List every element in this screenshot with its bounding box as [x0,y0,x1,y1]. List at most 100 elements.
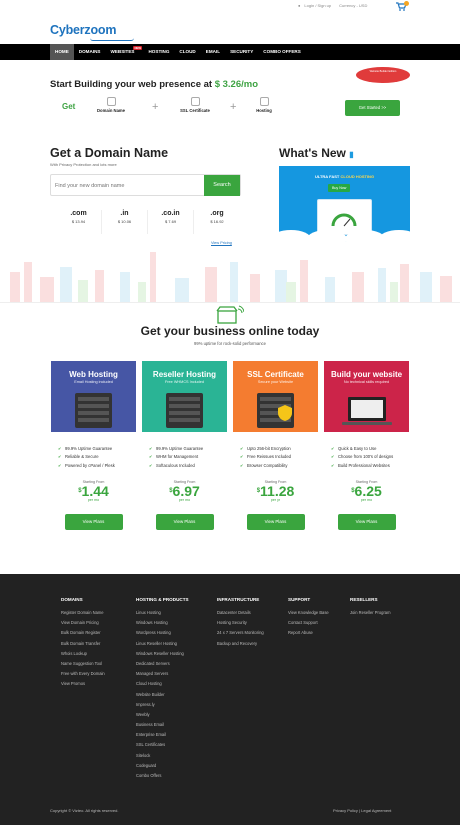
domain-search-input[interactable] [55,179,195,192]
nav-home[interactable]: HOME [50,44,74,60]
feature-item: Quick & Easy to Use [331,446,409,451]
price: $6.97 [142,484,227,498]
footer-link[interactable]: Datacenter Details [217,610,264,615]
view-plans-button[interactable]: View Plans [64,513,123,530]
footer-link[interactable]: Bulk Domain Transfer [61,641,105,646]
footer-link[interactable]: Sitelock [136,753,189,758]
footer-col-domains: DOMAINS Register Domain Name View Domain… [61,597,105,692]
price-value: 6.97 [172,482,200,499]
footer-link[interactable]: Weebly [136,712,189,717]
footer-link[interactable]: View Domain Pricing [61,620,105,625]
tld-co-in[interactable]: .co.in $ 7.69 [148,210,194,234]
footer-link[interactable]: Codeguard [136,763,189,768]
nav-websites-label: WEBSITES [110,49,135,54]
nav-websites[interactable]: WEBSITES NEW [105,44,143,60]
cart-icon[interactable] [396,1,409,11]
top-bar: Cyberzoom ● Login / Sign up Currency - U… [0,0,460,44]
site-logo[interactable]: Cyberzoom [50,23,134,41]
footer-link[interactable]: Cloud Hosting [136,681,189,686]
footer-link[interactable]: Enterprise Email [136,732,189,737]
nav-domains[interactable]: DOMAINS [74,44,106,60]
server-icon [259,97,269,106]
footer-link[interactable]: Linux Hosting [136,610,189,615]
card-reseller-hosting: Reseller Hosting Free WHMCS Included 99.… [142,361,227,576]
tld-name: .in [120,210,129,217]
view-plans-button[interactable]: View Plans [337,513,396,530]
tld-list: .com $ 13.94 .in $ 10.06 .co.in $ 7.69 .org… [56,210,241,234]
footer-link[interactable]: View Promos [61,681,105,686]
shield-icon [278,405,292,421]
domain-search-box: Search [50,174,241,196]
domain-subtitle: With Privacy Protection and lots more [50,162,117,167]
footer-link[interactable]: Managed Servers [136,671,189,676]
footer-link[interactable]: Impress.ly [136,702,189,707]
buy-now-button[interactable]: Buy Now [328,184,351,192]
tld-com[interactable]: .com $ 13.94 [56,210,102,234]
footer-link[interactable]: Linux Reseller Hosting [136,641,189,646]
laptop-illustration [342,397,392,425]
feature-item: WHM for Management [149,454,227,459]
whats-new-banner[interactable]: ULTRA FAST CLOUD HOSTING Buy Now [279,166,410,242]
card-subtitle: No technical skills required [343,380,390,384]
tld-org[interactable]: .org $ 16.92 [194,210,240,234]
footer-link[interactable]: Website Builder [136,692,189,697]
nav-security[interactable]: SECURITY [225,44,258,60]
footer-link[interactable]: Report Abuse [288,630,329,635]
footer-link[interactable]: Whois Lookup [61,651,105,656]
footer-link[interactable]: Register Domain Name [61,610,105,615]
step-ssl-label: SSL Certificate [180,108,210,113]
plus-icon: + [230,101,237,113]
footer-link[interactable]: Wordpress Hosting [136,630,189,635]
feature-item: Build Professional Websites [331,463,409,468]
tld-price: $ 16.92 [210,219,224,224]
banner-heading-b: CLOUD HOSTING [340,174,375,179]
footer-link[interactable]: Combo Offers [136,773,189,778]
currency-selector[interactable]: Currency - USD [339,3,367,8]
footer-link[interactable]: View Knowledge Base [288,610,329,615]
footer-link[interactable]: Free with Every Domain [61,671,105,676]
nav-email[interactable]: EMAIL [201,44,225,60]
whats-new-title: What's New ▮ [279,146,354,160]
footer-link[interactable]: SSL Certificates [136,742,189,747]
view-plans-button[interactable]: View Plans [246,513,305,530]
price-period: per yr [270,497,281,502]
tld-name: .org [210,210,224,217]
main-nav: HOME DOMAINS WEBSITES NEW HOSTING CLOUD E… [0,44,460,60]
footer-link[interactable]: Business Email [136,722,189,727]
footer-link[interactable]: Backup and Recovery [217,641,264,646]
footer-link[interactable]: Contact Support [288,620,329,625]
tld-in[interactable]: .in $ 10.06 [102,210,148,234]
domain-icon [106,97,116,106]
city-skyline-illustration [10,252,452,302]
step-domain: Domain Name [89,97,133,113]
card-web-hosting: Web Hosting Email Hosting included 99.9%… [51,361,136,576]
nav-cloud[interactable]: CLOUD [174,44,200,60]
footer-link[interactable]: Windows Hosting [136,620,189,625]
get-started-button[interactable]: Get Started >> [345,100,400,116]
business-subtitle: 99% uptime for rock-solid performance [194,341,266,346]
nav-combo-offers[interactable]: COMBO OFFERS [258,44,306,60]
card-title: Build your website [330,370,403,379]
footer-link[interactable]: Hosting Security [217,620,264,625]
footer-link[interactable]: Windows Reseller Hosting [136,651,189,656]
footer-link[interactable]: Dedicated Servers [136,661,189,666]
copyright: Copyright © Vizteo. All rights reserved. [50,808,119,813]
card-title: SSL Certificate [247,370,304,379]
feature-item: Powered by cPanel / Plesk [58,463,136,468]
view-plans-button[interactable]: View Plans [155,513,214,530]
login-link[interactable]: Login / Sign up [304,3,331,8]
step-hosting: Hosting [242,97,286,113]
policy-links[interactable]: Privacy Policy | Legal Agreement [333,808,391,813]
price-period: per mo [360,497,373,502]
hero-section: Start Building your web presence at $ 3.… [0,60,460,302]
footer-link[interactable]: Join Reseller Program [350,610,391,615]
banner-heading: ULTRA FAST CLOUD HOSTING [279,174,410,179]
footer-link[interactable]: 24 x 7 Servers Monitoring [217,630,264,635]
nav-hosting[interactable]: HOSTING [143,44,174,60]
builder-ribbon[interactable]: Website Builder Edition [356,67,410,83]
price: $1.44 [51,484,136,498]
footer-link[interactable]: Name Suggestion Tool [61,661,105,666]
footer-link[interactable]: Bulk Domain Register [61,630,105,635]
search-button[interactable]: Search [204,175,240,196]
footer-col-hosting: HOSTING & PRODUCTS Linux Hosting Windows… [136,597,189,783]
